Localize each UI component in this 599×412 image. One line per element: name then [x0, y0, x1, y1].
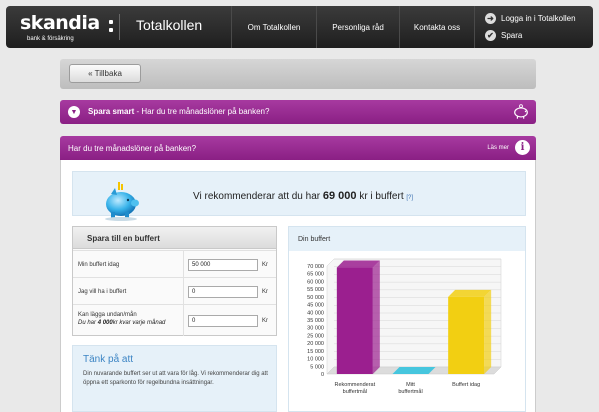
- login-label: Logga in i Totalkollen: [501, 14, 576, 23]
- y-tick-label: 65 000: [307, 272, 324, 278]
- bar-top: [336, 260, 380, 268]
- arrow-right-icon: ➜: [485, 13, 496, 24]
- field-label: Kan lägga undan/mån: [78, 312, 137, 318]
- y-tick-label: 40 000: [307, 310, 324, 316]
- recommendation-text: Vi rekommenderar att du har 69 000 kr i …: [193, 190, 413, 202]
- x-category-label: Mitt: [406, 382, 415, 388]
- unit-label: Kr: [262, 289, 268, 295]
- content-panel: Vi rekommenderar att du har 69 000 kr i …: [60, 160, 536, 412]
- x-category-label: Rekommenderat: [334, 382, 375, 388]
- hint-suffix: kr kvar varje månad: [112, 320, 166, 326]
- nav-kontakta-oss[interactable]: Kontakta oss: [399, 6, 474, 48]
- field-label: Min buffert idag: [78, 262, 120, 268]
- target-buffer-input[interactable]: 0: [188, 286, 258, 298]
- back-button[interactable]: « Tillbaka: [69, 64, 141, 83]
- y-tick-label: 35 000: [307, 318, 324, 324]
- buffer-bar-chart: 70 000 65 00060 000 55 000 50 000 45 00040 0…: [307, 258, 502, 395]
- y-tick-label: 60 000: [307, 279, 324, 285]
- tip-box: Tänk på att Din nuvarande buffert ser ut…: [72, 345, 277, 412]
- chevron-down-icon[interactable]: ▼: [68, 106, 80, 118]
- y-tick-label: 20 000: [307, 341, 324, 347]
- top-header: skandia bank & försäkring Totalkollen Om…: [6, 6, 593, 48]
- bar-front: [336, 267, 373, 374]
- logo-dots: [109, 20, 113, 34]
- read-more-link[interactable]: Läs mer: [487, 145, 509, 151]
- y-tick-label: 50 000: [307, 295, 324, 301]
- recommendation-suffix: kr i buffert: [356, 191, 404, 202]
- info-icon[interactable]: i: [515, 140, 530, 155]
- field-hint: Du har 4 000kr kvar varje månad: [78, 320, 165, 326]
- x-category-label: buffertmål: [398, 388, 422, 395]
- section-title-bold: Spara smart: [88, 107, 135, 116]
- save-label: Spara: [501, 31, 523, 40]
- y-tick-label: 10 000: [307, 357, 324, 363]
- account-links: ➜ Logga in i Totalkollen ✔ Spara: [474, 6, 593, 48]
- y-tick-label: 45 000: [307, 303, 324, 309]
- nav-om-totalkollen[interactable]: Om Totalkollen: [231, 6, 316, 48]
- monthly-saving-input[interactable]: 0: [188, 315, 258, 327]
- app-title: Totalkollen: [136, 17, 203, 33]
- section-title: Spara smart - Har du tre månadslöner på …: [88, 107, 269, 116]
- section-question: - Har du tre månadslöner på banken?: [134, 107, 270, 116]
- hint-prefix: Du har: [78, 320, 98, 326]
- form-row-monthly: Kan lägga undan/mån Du har 4 000kr kvar …: [73, 304, 276, 336]
- recommendation-prefix: Vi rekommenderar att du har: [193, 191, 323, 202]
- back-bar: « Tillbaka: [60, 59, 536, 89]
- tip-body: Din nuvarande buffert ser ut att vara fö…: [83, 371, 268, 386]
- piggy-bank-icon: [514, 104, 528, 119]
- tip-title: Tänk på att: [83, 354, 134, 365]
- unit-label: Kr: [262, 318, 268, 324]
- logo-wordmark: skandia: [20, 12, 100, 34]
- bar-front: [448, 296, 485, 374]
- piggy-bank-icon: [105, 182, 139, 221]
- y-tick-label: 15 000: [307, 349, 324, 355]
- subsection-bar: Har du tre månadslöner på banken? Läs me…: [60, 136, 536, 160]
- buffer-form-title: Spara till en buffert: [73, 227, 276, 249]
- field-label: Jag vill ha i buffert: [78, 289, 127, 295]
- buffer-form: Spara till en buffert Min buffert idag 5…: [72, 226, 277, 336]
- y-tick-label: 0: [321, 372, 324, 378]
- hint-amount: 4 000: [97, 320, 113, 326]
- bar-side: [372, 260, 380, 374]
- x-category-label: Buffert idag: [452, 382, 480, 388]
- bar-side: [484, 289, 492, 374]
- login-link[interactable]: ➜ Logga in i Totalkollen: [485, 10, 576, 27]
- help-link[interactable]: [?]: [406, 195, 413, 201]
- y-tick-label: 55 000: [307, 287, 324, 293]
- form-row-target: Jag vill ha i buffert 0 Kr: [73, 277, 276, 304]
- recommendation-box: Vi rekommenderar att du har 69 000 kr i …: [72, 171, 526, 221]
- chart-panel-title: Din buffert: [289, 227, 525, 251]
- check-icon: ✔: [485, 30, 496, 41]
- y-tick-label: 70 000: [307, 264, 324, 270]
- x-category-label: buffertmål: [343, 388, 367, 395]
- bar-top: [448, 289, 492, 297]
- y-tick-label: 5 000: [310, 364, 324, 370]
- nav-personliga-rad[interactable]: Personliga råd: [316, 6, 399, 48]
- bar-top: [392, 367, 436, 374]
- subsection-title: Har du tre månadslöner på banken?: [68, 144, 197, 153]
- buffer-chart-panel: Din buffert 70 000 65 000 60 000 55 000 50 0…: [288, 226, 526, 412]
- form-row-current: Min buffert idag 50 000 Kr: [73, 250, 276, 277]
- header-divider: [119, 14, 120, 40]
- save-link[interactable]: ✔ Spara: [485, 27, 522, 44]
- unit-label: Kr: [262, 262, 268, 268]
- recommendation-amount: 69 000: [322, 190, 357, 202]
- logo-tagline: bank & försäkring: [27, 36, 74, 42]
- y-tick-label: 30 000: [307, 326, 324, 332]
- section-bar-spara-smart[interactable]: ▼ Spara smart - Har du tre månadslöner p…: [60, 100, 536, 124]
- current-buffer-input[interactable]: 50 000: [188, 259, 258, 271]
- skandia-logo[interactable]: skandia bank & försäkring: [20, 12, 113, 44]
- y-tick-label: 25 000: [307, 333, 324, 339]
